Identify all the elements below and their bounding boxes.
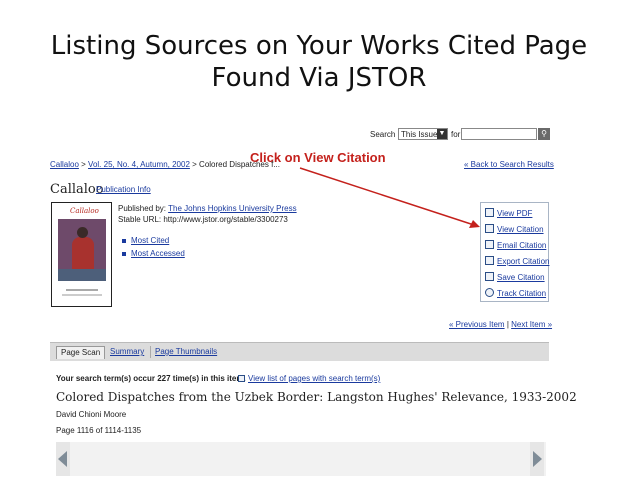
bullet-icon bbox=[122, 251, 126, 256]
save-icon bbox=[485, 272, 494, 281]
cover-artwork bbox=[58, 219, 106, 281]
arrow-left-icon bbox=[58, 451, 67, 467]
bullet-icon bbox=[122, 238, 126, 243]
most-cited-item[interactable]: Most Cited bbox=[122, 236, 169, 245]
most-accessed-link[interactable]: Most Accessed bbox=[131, 249, 185, 258]
save-citation-action[interactable]: Save Citation bbox=[485, 272, 545, 282]
most-accessed-item[interactable]: Most Accessed bbox=[122, 249, 185, 258]
published-by: Published by: The Johns Hopkins Universi… bbox=[118, 204, 297, 213]
tab-page-scan[interactable]: Page Scan bbox=[56, 346, 106, 359]
email-citation-action[interactable]: Email Citation bbox=[485, 240, 546, 250]
list-pages-item[interactable]: View list of pages with search term(s) bbox=[238, 374, 380, 383]
view-tabs: Page Scan Summary Page Thumbnails bbox=[50, 342, 549, 361]
journal-cover[interactable]: Callaloo bbox=[51, 202, 112, 307]
arrow-right-icon bbox=[533, 451, 542, 467]
slide-title-line-2: Found Via JSTOR bbox=[211, 63, 427, 93]
citation-actions-panel: View PDF View Citation Email Citation Ex… bbox=[480, 202, 549, 302]
publisher-link[interactable]: The Johns Hopkins University Press bbox=[168, 204, 297, 213]
document-author: David Chioni Moore bbox=[56, 410, 127, 419]
pdf-icon bbox=[485, 208, 494, 217]
view-pdf-action[interactable]: View PDF bbox=[485, 208, 532, 218]
callout-arrow-line bbox=[299, 167, 475, 226]
track-citation-action[interactable]: Track Citation bbox=[485, 288, 546, 298]
published-by-label: Published by: bbox=[118, 204, 167, 213]
page-scan-viewer bbox=[56, 442, 546, 476]
callout-arrow bbox=[299, 167, 480, 228]
publication-info-link[interactable]: Publication Info bbox=[96, 185, 151, 194]
track-icon bbox=[485, 288, 494, 297]
document-title: Colored Dispatches from the Uzbek Border… bbox=[56, 390, 577, 404]
next-item-link[interactable]: Next Item » bbox=[511, 320, 552, 329]
page-info: Page 1116 of 1114-1135 bbox=[56, 426, 142, 435]
tab-page-thumbnails[interactable]: Page Thumbnails bbox=[150, 346, 221, 358]
tab-summary[interactable]: Summary bbox=[106, 346, 148, 358]
next-page-button[interactable] bbox=[530, 442, 544, 476]
view-citation-action[interactable]: View Citation bbox=[485, 224, 544, 234]
track-citation-label[interactable]: Track Citation bbox=[497, 289, 546, 298]
export-citation-label[interactable]: Export Citation bbox=[497, 257, 549, 266]
search-terms-note: Your search term(s) occur 227 time(s) in… bbox=[56, 374, 246, 383]
export-citation-action[interactable]: Export Citation bbox=[485, 256, 549, 266]
email-citation-label[interactable]: Email Citation bbox=[497, 241, 546, 250]
plus-icon bbox=[238, 375, 245, 382]
slide-title: Listing Sources on Your Works Cited Page… bbox=[0, 30, 638, 94]
slide-title-line-1: Listing Sources on Your Works Cited Page bbox=[50, 31, 588, 61]
view-citation-label[interactable]: View Citation bbox=[497, 225, 544, 234]
jstor-screenshot: Search This Issue ▼ for ⚲ Callaloo > Vol… bbox=[50, 124, 577, 478]
view-pdf-label[interactable]: View PDF bbox=[497, 209, 532, 218]
item-pager: « Previous Item | Next Item » bbox=[449, 320, 552, 329]
previous-page-button[interactable] bbox=[56, 442, 70, 476]
export-icon bbox=[485, 256, 494, 265]
cover-logo: Callaloo bbox=[70, 207, 99, 215]
previous-item-link[interactable]: « Previous Item bbox=[449, 320, 505, 329]
pager-divider: | bbox=[506, 320, 509, 329]
citation-icon bbox=[485, 224, 494, 233]
list-pages-link[interactable]: View list of pages with search term(s) bbox=[248, 374, 380, 383]
save-citation-label[interactable]: Save Citation bbox=[497, 273, 545, 282]
email-icon bbox=[485, 240, 494, 249]
most-cited-link[interactable]: Most Cited bbox=[131, 236, 169, 245]
stable-url: Stable URL: http://www.jstor.org/stable/… bbox=[118, 215, 288, 224]
